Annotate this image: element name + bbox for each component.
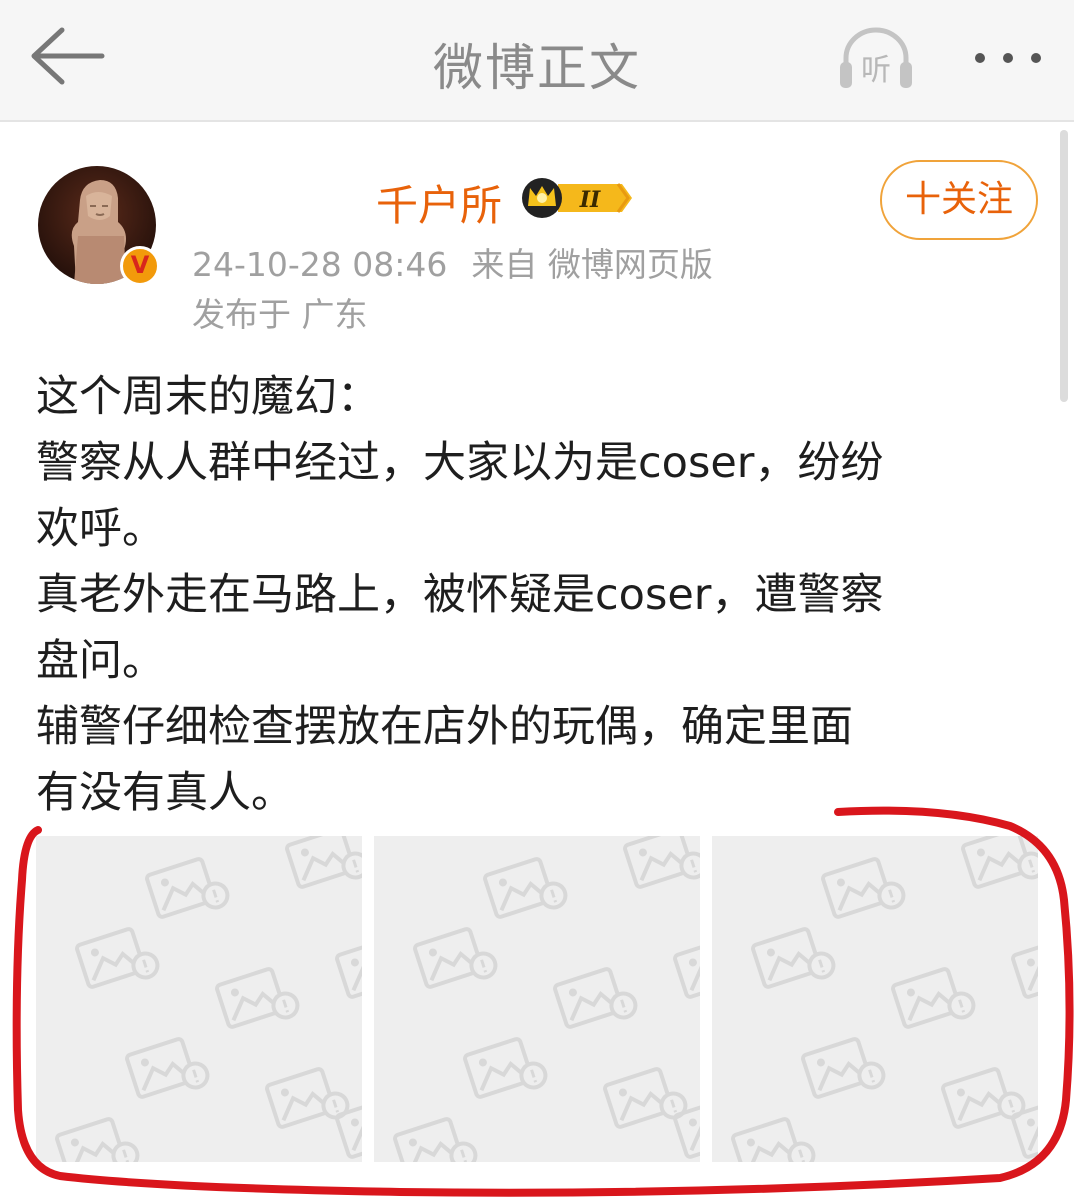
post-timestamp: 24-10-28 08:46 (192, 245, 448, 284)
follow-button[interactable]: 十关注 (880, 160, 1038, 240)
post-image-placeholder[interactable] (374, 836, 700, 1162)
post-text-line: 这个周末的魔幻： (36, 372, 380, 422)
image-placeholder-icon (393, 836, 700, 1162)
post-text-line: 警察从人群中经过，大家以为是coser，纷纷 (36, 438, 884, 488)
post-body: 这个周末的魔幻： 警察从人群中经过，大家以为是coser，纷纷 欢呼。 真老外走… (36, 364, 1036, 826)
listen-headphones-icon[interactable]: 听 (836, 24, 916, 94)
post-text-line: 辅警仔细检查摆放在店外的玩偶，确定里面 (36, 702, 853, 752)
scroll-indicator[interactable] (1060, 130, 1068, 402)
author-name[interactable]: 千户所 (376, 172, 502, 233)
post-text-line: 欢呼。 (36, 504, 165, 554)
post-image-placeholder[interactable] (36, 836, 362, 1162)
post-meta: 24-10-28 08:46 来自 微博网页版 (192, 238, 713, 286)
post-text-line: 有没有真人。 (36, 768, 294, 818)
post-source[interactable]: 来自 微博网页版 (471, 245, 713, 284)
post-location: 发布于 广东 (192, 295, 368, 334)
top-nav-bar: 微博正文 听 (0, 0, 1074, 122)
more-dots-icon[interactable] (968, 38, 1048, 78)
listen-label: 听 (861, 53, 891, 88)
verified-badge: V (120, 246, 160, 286)
post-text-line: 盘问。 (36, 636, 165, 686)
author-avatar[interactable]: V (38, 166, 160, 286)
post-image-grid (36, 836, 1040, 1162)
image-placeholder-icon (55, 836, 362, 1162)
image-placeholder-icon (731, 836, 1038, 1162)
vip-crown-badge-icon[interactable]: II (518, 176, 634, 220)
vip-level: II (579, 187, 601, 213)
weibo-post-page: 微博正文 听 V 千户所 II 十关注 24-10-28 08:46 来自 微博… (0, 0, 1074, 1200)
post-text-line: 真老外走在马路上，被怀疑是coser，遭警察 (36, 570, 884, 620)
post-image-placeholder[interactable] (712, 836, 1038, 1162)
